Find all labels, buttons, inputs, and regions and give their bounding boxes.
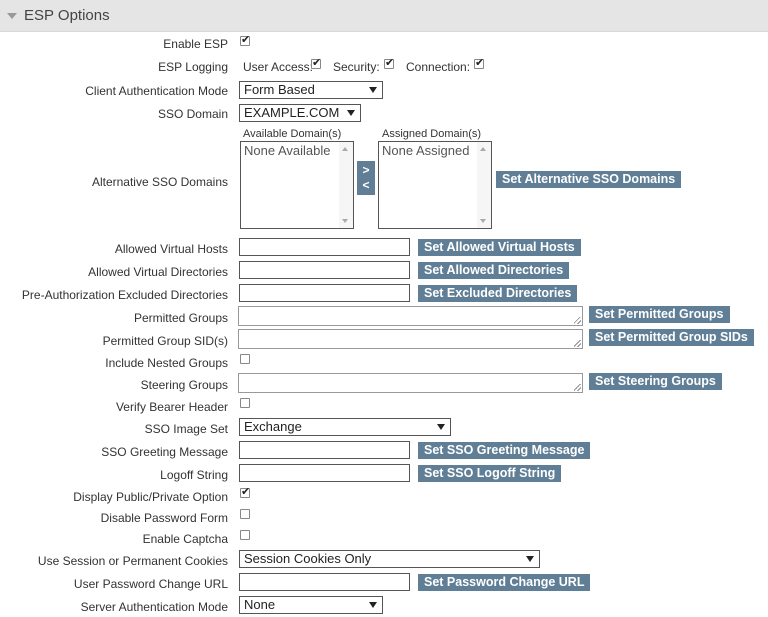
logoff-string-label: Logoff String bbox=[160, 468, 228, 482]
server-auth-mode-label: Server Authentication Mode bbox=[80, 600, 228, 614]
sso-image-set-select[interactable]: Exchange bbox=[239, 418, 451, 436]
sso-greeting-message-label: SSO Greeting Message bbox=[101, 445, 228, 459]
include-nested-groups-checkbox[interactable] bbox=[240, 354, 250, 364]
available-domains-item[interactable]: None Available bbox=[244, 143, 331, 158]
session-cookies-label: Use Session or Permanent Cookies bbox=[37, 554, 228, 568]
steering-groups-label: Steering Groups bbox=[140, 378, 228, 392]
set-password-change-url-button[interactable]: Set Password Change URL bbox=[418, 574, 591, 591]
chevron-down-icon bbox=[526, 556, 534, 562]
assigned-domains-list[interactable]: None Assigned bbox=[378, 141, 492, 229]
session-cookies-value: Session Cookies Only bbox=[244, 551, 372, 566]
set-permitted-group-sids-button[interactable]: Set Permitted Group SIDs bbox=[589, 329, 754, 346]
sso-domain-value: EXAMPLE.COM bbox=[244, 105, 340, 120]
chevron-down-icon bbox=[369, 87, 377, 93]
enable-esp-label: Enable ESP bbox=[163, 37, 228, 51]
user-password-change-url-input[interactable] bbox=[239, 573, 410, 591]
preauth-excluded-dirs-label: Pre-Authorization Excluded Directories bbox=[21, 288, 228, 302]
resize-grip-icon[interactable] bbox=[574, 384, 581, 391]
allowed-virtual-dirs-input[interactable] bbox=[239, 261, 410, 279]
client-auth-mode-select[interactable]: Form Based bbox=[239, 81, 383, 99]
set-sso-greeting-button[interactable]: Set SSO Greeting Message bbox=[418, 442, 591, 459]
client-auth-mode-value: Form Based bbox=[244, 82, 315, 97]
verify-bearer-header-checkbox[interactable] bbox=[240, 398, 250, 408]
assigned-domains-item[interactable]: None Assigned bbox=[382, 143, 469, 158]
disable-password-form-label: Disable Password Form bbox=[100, 511, 228, 525]
sso-image-set-value: Exchange bbox=[244, 419, 302, 434]
log-user-access-label: User Access: bbox=[243, 60, 314, 74]
resize-grip-icon[interactable] bbox=[574, 340, 581, 347]
preauth-excluded-dirs-input[interactable] bbox=[239, 284, 410, 302]
log-security-checkbox[interactable] bbox=[384, 56, 394, 69]
scroll-down-icon[interactable] bbox=[480, 219, 486, 223]
permitted-groups-textarea[interactable] bbox=[238, 306, 583, 326]
sso-image-set-label: SSO Image Set bbox=[144, 422, 228, 436]
section-title: ESP Options bbox=[24, 7, 110, 24]
assigned-domains-label: Assigned Domain(s) bbox=[382, 128, 482, 140]
set-steering-groups-button[interactable]: Set Steering Groups bbox=[589, 373, 722, 390]
esp-logging-label: ESP Logging bbox=[158, 60, 228, 74]
section-header[interactable]: ESP Options bbox=[0, 0, 768, 32]
chevron-down-icon bbox=[347, 110, 355, 116]
user-password-change-url-label: User Password Change URL bbox=[73, 577, 228, 591]
scroll-up-icon[interactable] bbox=[342, 147, 348, 151]
permitted-group-sids-label: Permitted Group SID(s) bbox=[102, 334, 228, 348]
set-allowed-virtual-hosts-button[interactable]: Set Allowed Virtual Hosts bbox=[418, 239, 581, 256]
enable-captcha-checkbox[interactable] bbox=[240, 530, 250, 540]
client-auth-mode-label: Client Authentication Mode bbox=[85, 84, 228, 98]
sso-greeting-message-input[interactable] bbox=[239, 441, 410, 459]
allowed-virtual-hosts-input[interactable] bbox=[239, 238, 410, 256]
set-excluded-dirs-button[interactable]: Set Excluded Directories bbox=[418, 285, 578, 302]
scrollbar[interactable] bbox=[339, 142, 353, 228]
server-auth-mode-select[interactable]: None bbox=[239, 596, 383, 614]
sso-domain-select[interactable]: EXAMPLE.COM bbox=[239, 104, 361, 122]
display-public-private-label: Display Public/Private Option bbox=[73, 490, 228, 504]
log-connection-label: Connection: bbox=[406, 60, 471, 74]
server-auth-mode-value: None bbox=[244, 597, 276, 612]
available-domains-list[interactable]: None Available bbox=[240, 141, 354, 229]
set-alt-sso-domains-button[interactable]: Set Alternative SSO Domains bbox=[496, 171, 682, 188]
set-allowed-dirs-button[interactable]: Set Allowed Directories bbox=[418, 262, 570, 279]
enable-esp-checkbox[interactable] bbox=[240, 33, 250, 46]
scrollbar[interactable] bbox=[477, 142, 491, 228]
log-security-label: Security: bbox=[333, 60, 380, 74]
allowed-virtual-hosts-label: Allowed Virtual Hosts bbox=[114, 242, 228, 256]
move-right-button[interactable]: > bbox=[357, 163, 375, 178]
session-cookies-select[interactable]: Session Cookies Only bbox=[239, 550, 540, 568]
permitted-group-sids-textarea[interactable] bbox=[238, 329, 583, 349]
allowed-virtual-dirs-label: Allowed Virtual Directories bbox=[88, 265, 228, 279]
logoff-string-input[interactable] bbox=[239, 464, 410, 482]
collapse-triangle-icon[interactable] bbox=[7, 13, 17, 19]
available-domains-label: Available Domain(s) bbox=[243, 128, 342, 140]
move-domain-buttons[interactable]: > < bbox=[357, 161, 375, 195]
scroll-up-icon[interactable] bbox=[480, 147, 486, 151]
chevron-down-icon bbox=[369, 602, 377, 608]
display-public-private-checkbox[interactable] bbox=[240, 485, 250, 498]
alt-sso-domains-label: Alternative SSO Domains bbox=[91, 175, 228, 189]
resize-grip-icon[interactable] bbox=[574, 317, 581, 324]
log-connection-checkbox[interactable] bbox=[474, 56, 484, 69]
set-permitted-groups-button[interactable]: Set Permitted Groups bbox=[589, 306, 730, 323]
move-left-button[interactable]: < bbox=[357, 178, 375, 193]
log-user-access-checkbox[interactable] bbox=[311, 56, 321, 69]
verify-bearer-header-label: Verify Bearer Header bbox=[115, 400, 228, 414]
permitted-groups-label: Permitted Groups bbox=[133, 311, 228, 325]
enable-captcha-label: Enable Captcha bbox=[142, 532, 228, 546]
disable-password-form-checkbox[interactable] bbox=[240, 509, 250, 519]
sso-domain-label: SSO Domain bbox=[157, 107, 228, 121]
chevron-down-icon bbox=[437, 424, 445, 430]
include-nested-groups-label: Include Nested Groups bbox=[105, 356, 228, 370]
steering-groups-textarea[interactable] bbox=[238, 373, 583, 393]
set-sso-logoff-button[interactable]: Set SSO Logoff String bbox=[418, 465, 562, 482]
scroll-down-icon[interactable] bbox=[342, 219, 348, 223]
